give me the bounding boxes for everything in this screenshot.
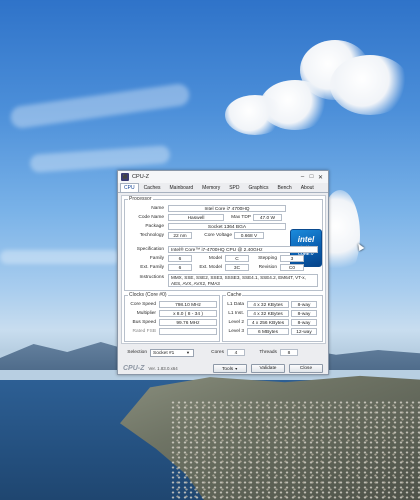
cache-legend: Cache — [227, 292, 242, 298]
stepping-label: Stepping — [258, 256, 277, 261]
tab-bench[interactable]: Bench — [274, 183, 296, 192]
cache-size-value: 4 x 32 KBytes — [247, 310, 289, 317]
cache-level-label: Level 3 — [228, 329, 244, 334]
extmodel-value: 3C — [225, 264, 249, 271]
technology-value: 22 nm — [168, 232, 192, 239]
corespeed-label: Core Speed — [130, 302, 156, 307]
maximize-button[interactable]: □ — [307, 174, 316, 180]
cloud-streak — [29, 145, 171, 173]
family-value: 6 — [168, 255, 192, 262]
maxtdp-value: 47.0 W — [253, 214, 282, 221]
minimize-button[interactable]: – — [298, 174, 307, 180]
city — [170, 400, 420, 500]
clocks-legend: Clocks (Core #0) — [129, 292, 167, 298]
tab-about[interactable]: About — [297, 183, 318, 192]
stepping-value: 3 — [280, 255, 304, 262]
corevoltage-value: 0.668 V — [234, 232, 264, 239]
ratedfsb-value — [159, 328, 217, 335]
cache-level-label: L1 Inst. — [228, 311, 244, 316]
package-value: Socket 1364 BGA — [168, 223, 286, 230]
cache-ways-value: 8-way — [291, 310, 317, 317]
multiplier-value: x 8.0 ( 8 - 34 ) — [159, 310, 217, 317]
cache-size-value: 6 MBytes — [247, 328, 289, 335]
close-button[interactable]: Close — [289, 363, 323, 373]
tools-button[interactable]: Tools ▼ — [213, 363, 247, 373]
tab-cpu[interactable]: CPU — [120, 183, 139, 192]
cpuz-window: ⬛ CPU-Z – □ ✕ CPU Caches Mainboard Memor… — [117, 170, 329, 375]
selection-label: Selection — [127, 350, 147, 355]
corespeed-value: 798.10 MHz — [159, 301, 217, 308]
cache-ways-value: 8-way — [291, 301, 317, 308]
cpu-tab-panel: Processor Name Intel Core i7 4700HQ Code… — [121, 195, 326, 344]
cache-row: L1 Data 4 x 32 KBytes 8-way — [224, 301, 317, 308]
version-text: Ver. 1.83.0.x64 — [148, 365, 178, 371]
multiplier-label: Multiplier — [136, 311, 156, 316]
footer: CPU-Z Ver. 1.83.0.x64 Tools ▼ Validate C… — [118, 362, 328, 374]
close-window-button[interactable]: ✕ — [316, 174, 325, 181]
cpuz-app-icon: ⬛ — [121, 173, 129, 181]
cache-row: Level 2 4 x 256 KBytes 8-way — [224, 319, 317, 326]
cloud — [225, 95, 285, 135]
extmodel-label: Ext. Model — [199, 265, 222, 270]
cache-ways-value: 12-way — [291, 328, 317, 335]
model-value: C — [225, 255, 249, 262]
cache-row: L1 Inst. 4 x 32 KBytes 8-way — [224, 310, 317, 317]
cores-value: 4 — [226, 349, 245, 356]
validate-button[interactable]: Validate — [251, 363, 285, 373]
cloud-streak — [0, 250, 120, 264]
specification-value: Intel® Core™ i7-4700HQ CPU @ 2.40GHz — [168, 246, 318, 253]
cloud — [330, 55, 410, 115]
instructions-label: Instructions — [139, 275, 164, 280]
codename-value: Haswell — [168, 214, 224, 221]
tab-spd[interactable]: SPD — [225, 183, 243, 192]
tab-caches[interactable]: Caches — [140, 183, 165, 192]
cache-level-label: L1 Data — [227, 302, 244, 307]
tab-mainboard[interactable]: Mainboard — [166, 183, 198, 192]
ratedfsb-label: Rated FSB — [132, 329, 156, 334]
window-title: CPU-Z — [132, 174, 150, 180]
tab-bar: CPU Caches Mainboard Memory SPD Graphics… — [118, 183, 328, 193]
cpu-name-value: Intel Core i7 4700HQ — [168, 205, 286, 212]
processor-legend: Processor — [129, 196, 152, 202]
chevron-down-icon: ▼ — [234, 366, 238, 371]
package-label: Package — [145, 224, 164, 229]
name-label: Name — [151, 206, 164, 211]
instructions-value: MMX, SSE, SSE2, SSE3, SSSE3, SSE4.1, SSE… — [168, 274, 318, 287]
family-label: Family — [149, 256, 164, 261]
corevoltage-label: Core Voltage — [204, 233, 232, 238]
selection-bar: Selection Socket #1 ▼ Cores 4 Threads 8 — [121, 347, 326, 358]
revision-label: Revision — [258, 265, 277, 270]
revision-value: C0 — [280, 264, 304, 271]
cpuz-brand-text: CPU-Z — [123, 364, 145, 372]
model-label: Model — [208, 256, 222, 261]
cores-label: Cores — [211, 350, 224, 355]
codename-label: Code Name — [138, 215, 164, 220]
threads-label: Threads — [259, 350, 277, 355]
extfamily-value: 6 — [168, 264, 192, 271]
tab-graphics[interactable]: Graphics — [245, 183, 273, 192]
cache-size-value: 4 x 32 KBytes — [247, 301, 289, 308]
cache-row: Level 3 6 MBytes 12-way — [224, 328, 317, 335]
busspeed-value: 99.76 MHz — [159, 319, 217, 326]
cache-level-label: Level 2 — [228, 320, 244, 325]
technology-label: Technology — [139, 233, 164, 238]
threads-value: 8 — [279, 349, 298, 356]
cloud-streak — [9, 82, 191, 130]
extfamily-label: Ext. Family — [140, 265, 164, 270]
tab-memory[interactable]: Memory — [198, 183, 224, 192]
busspeed-label: Bus Speed — [132, 320, 156, 325]
cache-size-value: 4 x 256 KBytes — [247, 319, 289, 326]
maxtdp-label: Max TDP — [231, 215, 251, 220]
cache-ways-value: 8-way — [291, 319, 317, 326]
title-bar[interactable]: ⬛ CPU-Z – □ ✕ — [118, 171, 328, 183]
specification-label: Specification — [136, 247, 164, 252]
